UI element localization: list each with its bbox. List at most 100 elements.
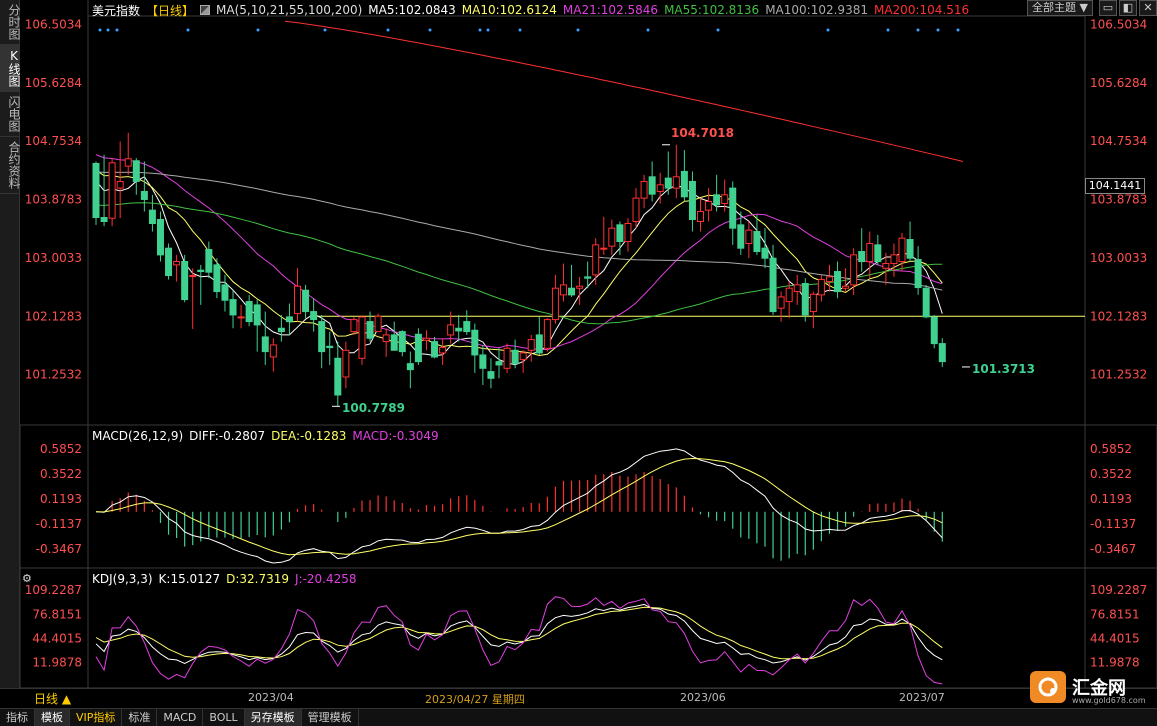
candle-body [632,197,640,222]
candle-body [116,180,124,189]
ma10-line [95,169,943,357]
candle-body [495,361,503,366]
candle-body [898,237,906,263]
candle-body [511,349,519,365]
candle-body [930,316,938,345]
signal-dot [518,28,522,32]
candle-body [882,263,890,269]
instrument-name: 美元指数 [92,3,141,18]
macd-dea-line [95,457,943,556]
candle-body [269,344,277,358]
ma100-line [95,171,943,291]
macd-tick-left: -0.1137 [36,517,82,531]
candle-body [592,244,600,276]
signal-dot [186,28,190,32]
macd-tick-right: 0.1193 [1090,492,1132,506]
kdj-j: J:-20.4258 [295,572,357,586]
candle-body [189,275,197,278]
signal-dot [478,28,482,32]
price-tick-right: 102.1283 [1090,309,1147,323]
candle-body [535,334,543,354]
ma-icon[interactable] [200,5,211,15]
candle-body [414,333,422,363]
left-tab[interactable]: 闪电图 [0,92,21,137]
macd-tick-left: -0.3467 [36,542,82,556]
candle-body [697,210,704,223]
candle-body [294,285,301,315]
theme-select-label: 全部主题 [1032,1,1077,14]
candle-body [463,321,471,333]
candle-body [793,284,801,293]
theme-select[interactable]: 全部主题 ▼ [1027,0,1093,16]
candle-body [326,345,334,349]
kdj-k-line [95,603,943,664]
kdj-tick-right: 44.4015 [1090,631,1140,645]
signal-dot [576,28,580,32]
split-icon[interactable]: ◧ [1119,0,1137,16]
left-tab[interactable]: K线图 [0,45,21,92]
candle-body [938,343,946,363]
candle-body [92,162,100,218]
candle-body [890,254,898,265]
ma21-line [95,154,943,351]
price-tick-left: 103.0033 [25,251,82,265]
signal-dot [826,28,830,32]
bottom-tab[interactable]: 标准 [122,709,158,726]
kdj-legend: KDJ(9,3,3) K:15.0127 D:32.7319 J:-20.425… [92,571,357,587]
bottom-tab[interactable]: MACD [157,709,204,726]
bottom-tab[interactable]: VIP指标 [70,709,123,726]
bottom-tab[interactable]: 另存模板 [244,709,302,726]
bottom-tab[interactable]: 指标 [0,709,35,726]
time-label-cursor: 2023/04/27 星期四 [425,693,525,706]
candle-body [737,224,745,249]
candle-body [721,194,729,204]
candle-body [229,299,237,316]
bottom-tab[interactable]: 管理模板 [302,709,359,726]
macd-tick-right: -0.1137 [1090,517,1136,531]
candle-body [834,271,842,293]
kdj-tick-left: 11.9878 [32,656,82,670]
candle-body [132,160,140,182]
restore-icon[interactable]: ▭ [1099,0,1117,16]
candle-body [680,170,688,198]
macd-tick-left: 0.5852 [40,442,82,456]
candle-body [858,251,866,263]
candle-body [914,259,922,289]
signal-dot [115,28,119,32]
candle-body [237,316,245,319]
left-tab[interactable]: 分时图 [0,0,21,45]
candle-body [124,158,132,167]
candle-body [213,264,221,293]
macd-panel-frame [20,424,1157,569]
settings-icon[interactable]: ⚙ [22,573,34,585]
candle-body [108,162,116,219]
kdj-label: KDJ(9,3,3) [92,572,153,586]
ma55-value: MA55:102.8136 [664,3,760,17]
candle-body [398,331,406,353]
price-tick-left: 101.2532 [25,368,82,382]
close-icon[interactable]: ✕ [1139,0,1157,16]
candle-body [600,247,608,250]
candle-body [318,321,326,353]
bottom-tab[interactable]: BOLL [203,709,245,726]
bottom-tab[interactable]: 模板 [35,709,70,726]
logo-url: www.gold678.com [1072,696,1146,705]
left-tab[interactable]: 合约资料 [0,137,21,194]
candle-body [253,304,261,326]
signal-dot [323,28,327,32]
kdj-tick-left: 44.4015 [32,631,82,645]
signal-dot [428,28,432,32]
candle-body [672,176,680,189]
signal-dot [486,28,490,32]
candle-body [302,289,310,313]
candle-body [777,296,785,309]
signal-dot [716,28,720,32]
period-selector[interactable]: 日线 ▲ [34,690,71,707]
candle-body [753,231,761,253]
candle-body [431,341,439,358]
candle-body [745,229,753,245]
candle-body [221,284,229,301]
kdj-tick-left: 109.2287 [25,583,82,597]
candle-body [479,354,487,369]
candle-body [729,187,737,229]
